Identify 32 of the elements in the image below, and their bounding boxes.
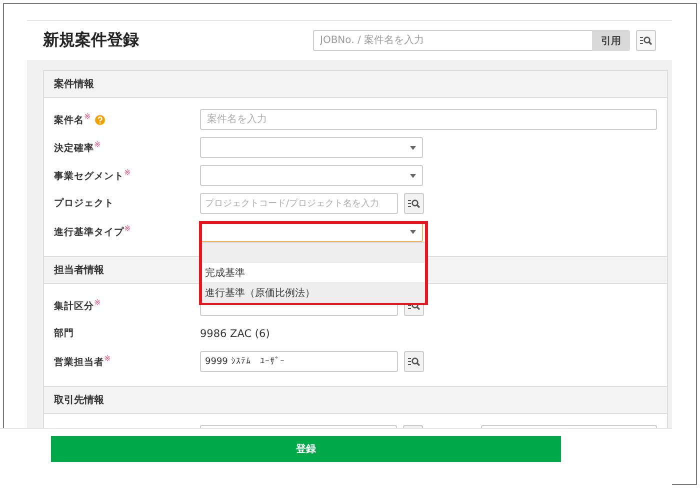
lookup-button[interactable] <box>636 30 656 51</box>
caret-icon <box>410 146 416 150</box>
section-title: 担当者情報 <box>54 264 104 277</box>
input-field[interactable] <box>200 425 398 428</box>
dropdown-option[interactable]: 進行基準（原価比例法） <box>202 283 425 303</box>
field-label: 事業セグメント$^{※}$ <box>54 168 131 184</box>
caret-icon <box>410 174 416 178</box>
quote-button[interactable]: 引用 <box>592 30 630 51</box>
list-search-icon <box>408 357 420 366</box>
section-title: 案件情報 <box>54 77 94 91</box>
field-value: 9986 ZAC (6) <box>200 328 270 340</box>
select-field[interactable] <box>200 137 423 158</box>
input-field[interactable]: 案件名を入力 <box>200 109 657 130</box>
list-search-icon <box>640 36 652 45</box>
field-label: プロジェクト <box>54 197 114 210</box>
lookup-button[interactable] <box>404 193 424 214</box>
caret-icon <box>410 230 416 234</box>
list-search-icon <box>408 199 420 208</box>
section-title: 取引先情報 <box>54 394 104 407</box>
help-icon[interactable] <box>94 114 105 124</box>
field-label: 進行基準タイプ$^{※}$ <box>54 224 131 240</box>
field-label: 案件名$^{※}$ <box>54 112 91 128</box>
input-field[interactable] <box>481 425 657 428</box>
select-field[interactable] <box>200 165 423 186</box>
field-label: 営業担当者$^{※}$ <box>54 354 111 370</box>
field-label: 決定確率$^{※}$ <box>54 140 101 156</box>
field-label: 部門 <box>54 327 74 340</box>
page-title: 新規案件登録 <box>43 30 140 51</box>
lookup-button[interactable] <box>404 351 424 372</box>
input-field[interactable]: 9999 ｼｽﾃﾑ ﾕｰｻﾞｰ <box>200 351 398 372</box>
input-field[interactable]: プロジェクトコード/プロジェクト名を入力 <box>200 193 398 214</box>
field-label: 集計区分$^{※}$ <box>54 298 101 314</box>
